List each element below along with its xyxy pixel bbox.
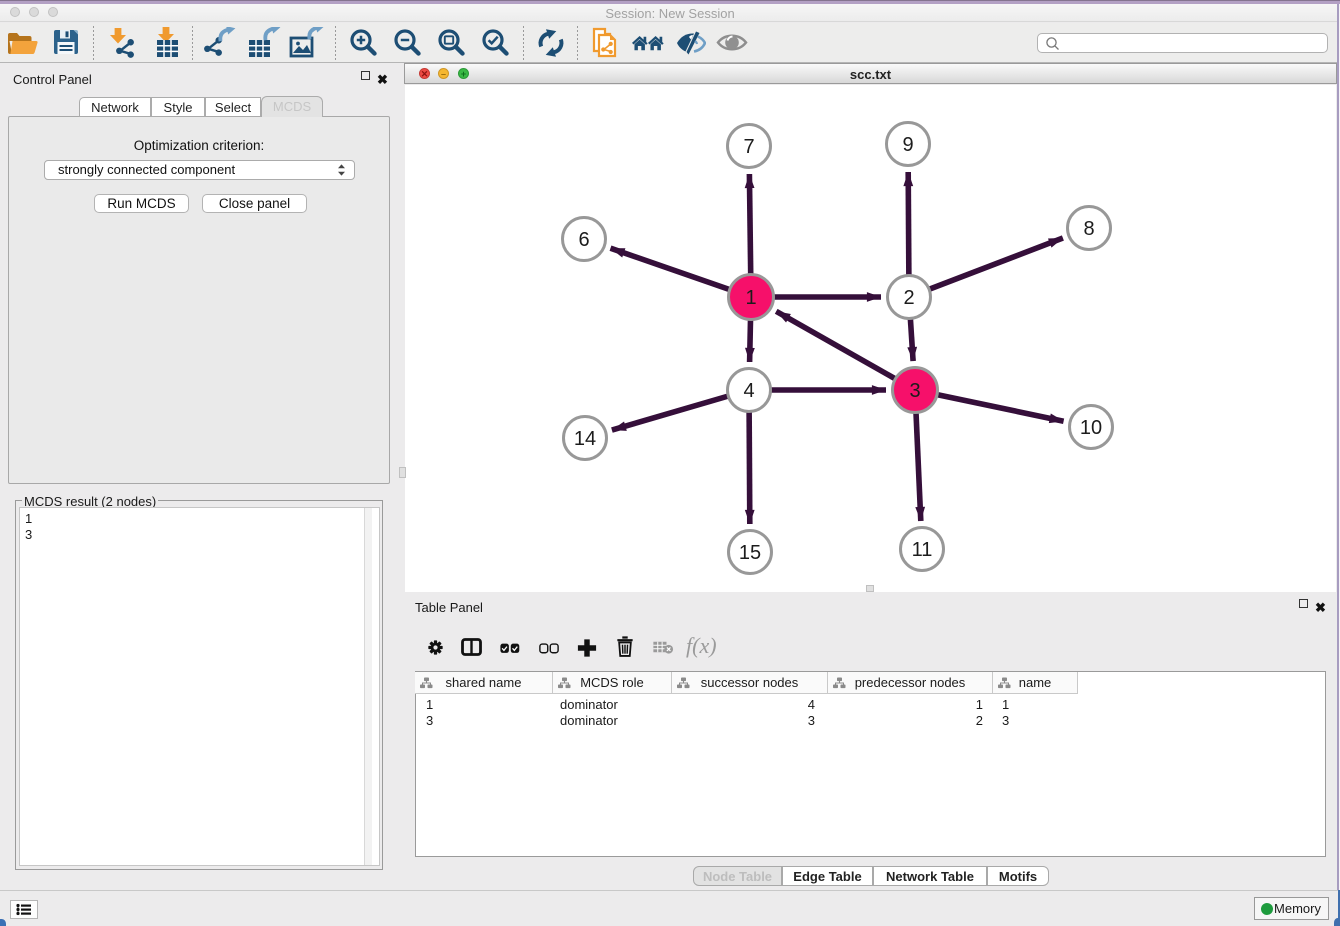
svg-text:11: 11 [912,539,933,561]
svg-text:7: 7 [743,136,754,158]
svg-text:15: 15 [739,542,761,564]
svg-text:3: 3 [909,380,920,402]
svg-text:8: 8 [1083,218,1094,240]
svg-text:6: 6 [578,229,589,251]
svg-text:9: 9 [902,134,913,156]
svg-text:2: 2 [903,287,914,309]
svg-text:4: 4 [743,380,754,402]
svg-text:1: 1 [745,287,756,309]
svg-text:14: 14 [574,428,596,450]
svg-text:10: 10 [1080,417,1102,439]
